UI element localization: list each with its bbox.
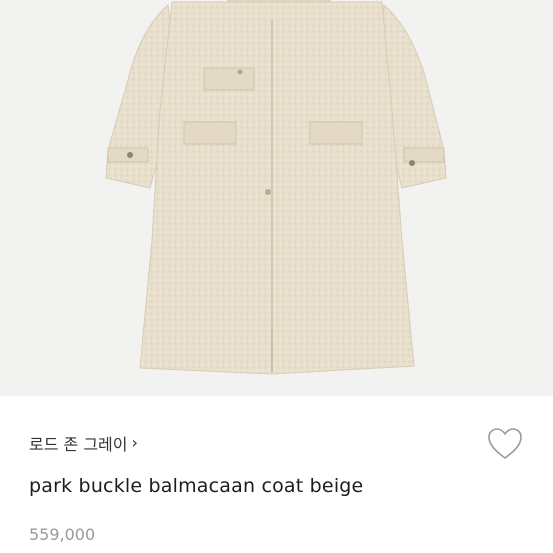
chevron-right-icon: › xyxy=(131,433,138,452)
brand-link[interactable]: 로드 존 그레이 › xyxy=(29,431,138,455)
product-title: park buckle balmacaan coat beige xyxy=(29,475,364,497)
left-pocket xyxy=(183,121,237,145)
heart-outline-icon xyxy=(488,428,522,459)
product-image[interactable] xyxy=(0,0,553,396)
right-pocket xyxy=(309,121,363,145)
coat-body xyxy=(139,1,415,375)
chest-pocket xyxy=(203,67,255,91)
brand-name: 로드 존 그레이 xyxy=(29,435,128,454)
product-price: 559,000 xyxy=(29,525,96,544)
product-info: 로드 존 그레이 › park buckle balmacaan coat be… xyxy=(0,396,553,553)
coat-illustration xyxy=(105,0,447,375)
like-button[interactable] xyxy=(486,426,524,462)
